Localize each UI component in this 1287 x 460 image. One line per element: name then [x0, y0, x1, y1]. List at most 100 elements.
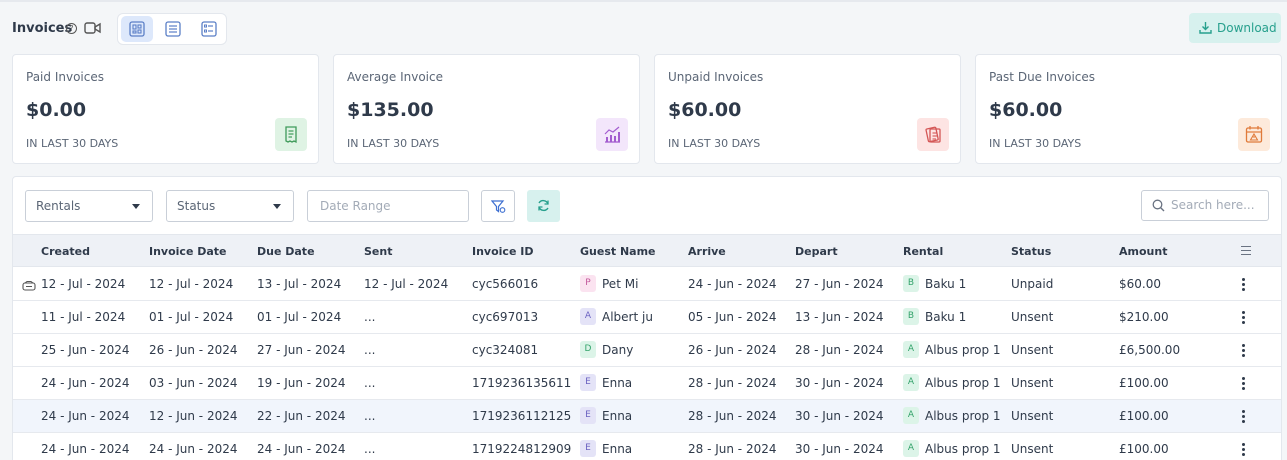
rental-cell: Baku 1 — [925, 277, 967, 291]
refresh-icon — [538, 199, 549, 212]
arrive-cell: 24 - Jun - 2024 — [688, 277, 777, 291]
guest-avatar: P — [580, 275, 596, 292]
column-header-sent[interactable]: Sent — [364, 245, 392, 258]
row-menu-icon[interactable] — [1242, 311, 1246, 325]
status-cell: Unsent — [1011, 310, 1054, 324]
wallet-icon — [22, 281, 36, 291]
download-icon — [1199, 22, 1212, 34]
refresh-button[interactable] — [527, 190, 560, 222]
row-menu-icon[interactable] — [1242, 344, 1246, 358]
card-period: IN LAST 30 DAYS — [347, 137, 440, 150]
card-period: IN LAST 30 DAYS — [989, 137, 1082, 150]
invoice-id-cell: 1719224812909 — [472, 442, 572, 456]
table-row[interactable]: 25 - Jun - 2024 26 - Jun - 2024 27 - Jun -… — [13, 334, 1281, 367]
status-select-value: Status — [177, 199, 216, 213]
download-button[interactable]: Download — [1189, 13, 1281, 43]
sent-cell: ... — [364, 343, 376, 357]
video-icon[interactable] — [84, 21, 101, 35]
depart-cell: 28 - Jun - 2024 — [795, 343, 884, 357]
guest-name-cell: Enna — [602, 409, 633, 423]
card-value: $60.00 — [989, 99, 1063, 121]
depart-cell: 27 - Jun - 2024 — [795, 277, 884, 291]
column-header-arrive[interactable]: Arrive — [688, 245, 726, 258]
download-label: Download — [1217, 21, 1277, 35]
arrive-cell: 28 - Jun - 2024 — [688, 442, 777, 456]
column-header-depart[interactable]: Depart — [795, 245, 838, 258]
list-view-button[interactable] — [157, 16, 189, 42]
rental-cell: Albus prop 1 — [925, 376, 1001, 390]
grid-view-button[interactable] — [121, 16, 153, 42]
due-date-cell: 22 - Jun - 2024 — [257, 409, 346, 423]
guest-avatar: E — [580, 407, 596, 424]
checklist-view-icon — [201, 21, 217, 37]
table-row[interactable]: 11 - Jul - 2024 01 - Jul - 2024 01 - Jul -… — [13, 301, 1281, 334]
invoice-date-cell: 12 - Jun - 2024 — [149, 409, 238, 423]
arrive-cell: 28 - Jun - 2024 — [688, 409, 777, 423]
column-header-amount[interactable]: Amount — [1119, 245, 1167, 258]
created-cell: 12 - Jul - 2024 — [41, 277, 126, 291]
column-header-invoice-date[interactable]: Invoice Date — [149, 245, 227, 258]
column-header-created[interactable]: Created — [41, 245, 90, 258]
status-select[interactable]: Status — [166, 190, 294, 222]
row-menu-icon[interactable] — [1242, 410, 1246, 424]
row-menu-icon[interactable] — [1242, 278, 1246, 292]
caret-down-icon — [273, 204, 281, 209]
table-row[interactable]: 24 - Jun - 2024 24 - Jun - 2024 24 - Jun -… — [13, 433, 1281, 460]
table-row[interactable]: 24 - Jun - 2024 03 - Jun - 2024 19 - Jun -… — [13, 367, 1281, 400]
card-label: Unpaid Invoices — [668, 70, 764, 84]
search-input[interactable]: Search here... — [1141, 190, 1269, 221]
depart-cell: 30 - Jun - 2024 — [795, 409, 884, 423]
unpaid-bill-icon — [917, 118, 949, 151]
caret-down-icon — [132, 204, 140, 209]
due-date-cell: 13 - Jul - 2024 — [257, 277, 342, 291]
invoice-id-cell: 1719236135611 — [472, 376, 572, 390]
invoice-id-cell: 1719236112125 — [472, 409, 572, 423]
rental-badge: A — [903, 407, 919, 424]
search-icon — [1152, 199, 1165, 212]
column-header-status[interactable]: Status — [1011, 245, 1051, 258]
view-mode-toggle — [117, 13, 227, 45]
status-cell: Unpaid — [1011, 277, 1054, 291]
checklist-view-button[interactable] — [193, 16, 225, 42]
rentals-select[interactable]: Rentals — [25, 190, 153, 222]
depart-cell: 13 - Jun - 2024 — [795, 310, 884, 324]
filter-settings-icon — [491, 200, 506, 213]
table-row[interactable]: 12 - Jul - 2024 12 - Jul - 2024 13 - Jul -… — [13, 268, 1281, 301]
table-row[interactable]: 24 - Jun - 2024 12 - Jun - 2024 22 - Jun -… — [13, 400, 1281, 433]
amount-cell: $210.00 — [1119, 310, 1169, 324]
past-due-invoices-card: Past Due Invoices $60.00 IN LAST 30 DAYS — [975, 54, 1282, 164]
column-header-due-date[interactable]: Due Date — [257, 245, 315, 258]
card-label: Past Due Invoices — [989, 70, 1096, 84]
calendar-alert-icon — [1238, 118, 1270, 151]
invoice-date-cell: 01 - Jul - 2024 — [149, 310, 234, 324]
list-view-icon — [165, 21, 181, 37]
depart-cell: 30 - Jun - 2024 — [795, 442, 884, 456]
status-cell: Unsent — [1011, 343, 1054, 357]
sent-cell: ... — [364, 376, 376, 390]
due-date-cell: 19 - Jun - 2024 — [257, 376, 346, 390]
card-value: $60.00 — [668, 99, 742, 121]
rental-cell: Albus prop 1 — [925, 409, 1001, 423]
rental-badge: B — [903, 308, 919, 325]
sent-cell: 12 - Jul - 2024 — [364, 277, 449, 291]
column-header-rental[interactable]: Rental — [903, 245, 943, 258]
row-menu-icon[interactable] — [1242, 377, 1246, 391]
sent-cell: ... — [364, 310, 376, 324]
unpaid-invoices-card: Unpaid Invoices $60.00 IN LAST 30 DAYS — [654, 54, 961, 164]
card-period: IN LAST 30 DAYS — [26, 137, 119, 150]
help-icon[interactable]: ? — [66, 23, 77, 34]
filter-button[interactable] — [481, 190, 515, 222]
column-header-invoice-id[interactable]: Invoice ID — [472, 245, 533, 258]
invoice-date-cell: 03 - Jun - 2024 — [149, 376, 238, 390]
card-label: Paid Invoices — [26, 70, 104, 84]
row-menu-icon[interactable] — [1242, 443, 1246, 457]
guest-name-cell: Enna — [602, 442, 633, 456]
column-settings-icon[interactable] — [1241, 246, 1251, 255]
invoice-id-cell: cyc697013 — [472, 310, 539, 324]
column-header-guest-name[interactable]: Guest Name — [580, 245, 656, 258]
rental-badge: B — [903, 275, 919, 292]
date-range-input[interactable]: Date Range — [307, 190, 469, 222]
rentals-select-value: Rentals — [36, 199, 81, 213]
invoices-table-panel: Rentals Status Date Range Search here...… — [12, 176, 1282, 460]
amount-cell: £100.00 — [1119, 442, 1169, 456]
